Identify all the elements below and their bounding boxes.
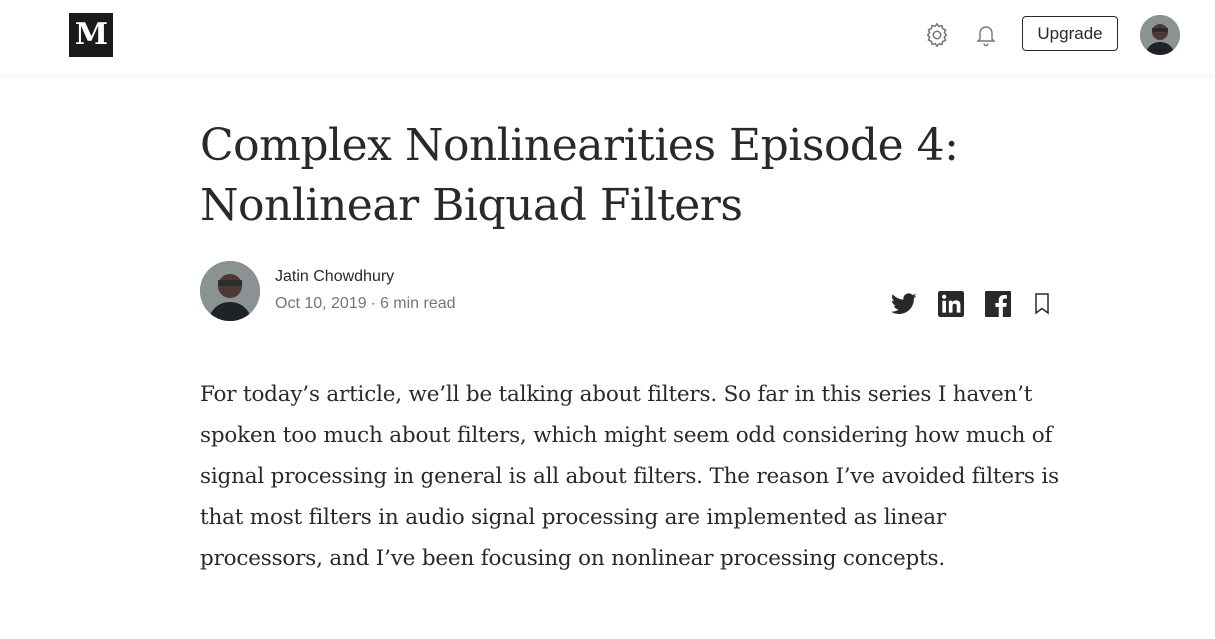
bookmark-icon[interactable]: [1028, 290, 1056, 318]
top-navigation-bar: M Upgrade: [0, 0, 1215, 74]
author-avatar[interactable]: [200, 261, 260, 321]
twitter-icon[interactable]: [890, 290, 918, 318]
meta-separator: ·: [370, 295, 376, 312]
upgrade-button[interactable]: Upgrade: [1022, 16, 1118, 51]
facebook-icon[interactable]: [984, 290, 1012, 318]
author-name[interactable]: Jatin Chowdhury: [275, 267, 394, 287]
medium-logo[interactable]: M: [69, 13, 113, 57]
read-time: 6 min read: [379, 295, 456, 312]
gear-icon[interactable]: [922, 20, 952, 50]
article-paragraph: For today’s article, we’ll be talking ab…: [200, 382, 1059, 571]
user-avatar[interactable]: [1140, 15, 1180, 55]
article-title: Complex Nonlinearities Episode 4: Nonlin…: [200, 120, 959, 231]
bell-icon[interactable]: [971, 20, 1001, 50]
publish-date: Oct 10, 2019: [275, 295, 367, 312]
article-meta: Oct 10, 2019 · 6 min read: [275, 294, 456, 314]
linkedin-icon[interactable]: [937, 290, 965, 318]
